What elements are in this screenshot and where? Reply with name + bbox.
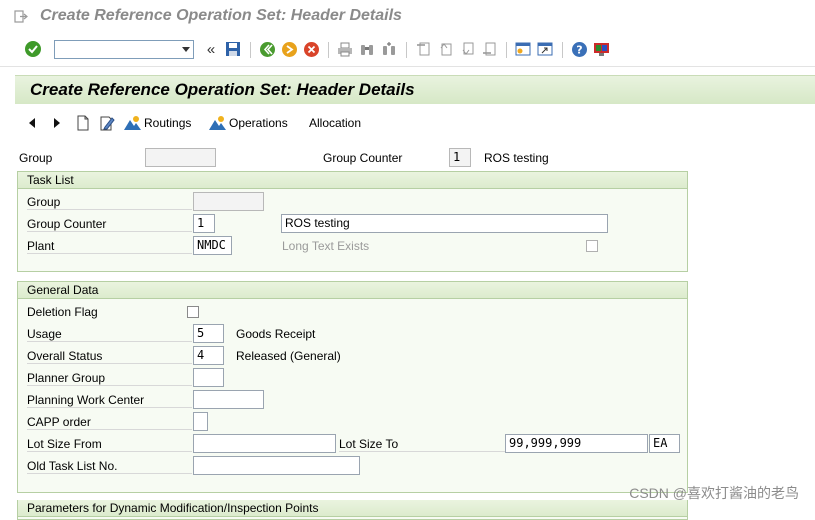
mountain-icon — [124, 116, 141, 130]
usage-text: Goods Receipt — [236, 327, 316, 341]
find-next-button[interactable] — [380, 40, 398, 58]
operations-button[interactable]: Operations — [209, 114, 288, 132]
binoculars-plus-icon — [383, 42, 395, 55]
svg-text:?: ? — [576, 43, 582, 56]
first-page-icon — [417, 42, 430, 56]
tl-group-label: Group — [27, 195, 192, 210]
help-button[interactable]: ? — [570, 40, 588, 58]
save-button[interactable] — [224, 40, 242, 58]
print-button[interactable] — [336, 40, 354, 58]
back-icon — [259, 41, 275, 57]
print-icon — [338, 42, 352, 57]
watermark: CSDN @喜欢打酱油的老鸟 — [629, 485, 799, 501]
usage-field[interactable]: 5 — [193, 324, 224, 343]
pencil-document-icon — [100, 116, 115, 131]
new-document-button[interactable] — [76, 114, 90, 132]
planner-group-field[interactable] — [193, 368, 224, 387]
last-page-button[interactable] — [480, 40, 498, 58]
save-icon — [226, 42, 240, 56]
collapse-icon[interactable]: « — [202, 40, 220, 58]
deletion-flag-checkbox[interactable] — [187, 306, 199, 318]
tl-group-counter-label: Group Counter — [27, 217, 192, 232]
capp-order-label: CAPP order — [27, 415, 192, 430]
tl-group-counter-field[interactable]: 1 — [193, 214, 215, 233]
usage-label: Usage — [27, 327, 192, 342]
screen-header: Create Reference Operation Set: Header D… — [15, 75, 815, 105]
old-task-list-field[interactable] — [193, 456, 360, 475]
help-icon: ? — [571, 41, 587, 57]
group-label: Group — [19, 151, 53, 165]
lot-size-from-field[interactable] — [193, 434, 336, 453]
unit-field[interactable]: EA — [649, 434, 680, 453]
planner-group-label: Planner Group — [27, 371, 192, 386]
shortcut-button[interactable] — [536, 40, 554, 58]
next-page-icon — [462, 42, 474, 55]
long-text-label: Long Text Exists — [282, 239, 370, 253]
next-button[interactable] — [52, 114, 62, 132]
title-bar: Create Reference Operation Set: Header D… — [0, 0, 815, 34]
mountain-icon — [209, 116, 226, 130]
chevron-down-icon[interactable] — [182, 47, 190, 52]
allocation-button[interactable]: Allocation — [309, 114, 361, 132]
cancel-button[interactable] — [302, 40, 320, 58]
lot-size-from-label: Lot Size From — [27, 437, 192, 452]
exit-icon — [281, 41, 297, 57]
lot-size-to-label: Lot Size To — [339, 437, 505, 452]
tl-description-field[interactable]: ROS testing — [281, 214, 608, 233]
general-data-title: General Data — [18, 282, 687, 299]
group-field[interactable] — [145, 148, 216, 167]
capp-order-field[interactable] — [193, 412, 208, 431]
routings-label: Routings — [144, 116, 192, 130]
planning-work-center-field[interactable] — [193, 390, 264, 409]
checkmark-icon — [25, 41, 41, 57]
overall-status-label: Overall Status — [27, 349, 192, 364]
command-field[interactable] — [54, 40, 194, 59]
group-counter-label: Group Counter — [323, 151, 403, 165]
overall-status-text: Released (General) — [236, 349, 341, 363]
system-toolbar: « ? — [0, 34, 815, 67]
routings-button[interactable]: Routings — [124, 114, 191, 132]
find-button[interactable] — [358, 40, 376, 58]
first-page-button[interactable] — [414, 40, 432, 58]
tl-plant-field[interactable]: NMDC — [193, 236, 232, 255]
group-counter-text: ROS testing — [484, 151, 549, 165]
planning-work-center-label: Planning Work Center — [27, 393, 192, 408]
new-session-button[interactable] — [514, 40, 532, 58]
last-page-icon — [483, 42, 496, 56]
new-session-icon — [515, 42, 531, 56]
operations-label: Operations — [229, 116, 288, 130]
monitor-icon — [593, 42, 609, 56]
overall-status-field[interactable]: 4 — [193, 346, 224, 365]
old-task-list-label: Old Task List No. — [27, 459, 192, 474]
long-text-checkbox — [586, 240, 598, 252]
group-counter-field[interactable]: 1 — [449, 148, 471, 167]
previous-button[interactable] — [27, 114, 37, 132]
exit-button[interactable] — [280, 40, 298, 58]
shortcut-icon — [537, 42, 553, 56]
next-page-button[interactable] — [458, 40, 476, 58]
tl-plant-label: Plant — [27, 239, 192, 254]
exit-screen-icon[interactable] — [14, 10, 28, 23]
deletion-flag-label: Deletion Flag — [27, 305, 98, 319]
customize-layout-button[interactable] — [592, 40, 610, 58]
cancel-icon — [303, 41, 319, 57]
tl-group-field[interactable] — [193, 192, 264, 211]
lot-size-to-field[interactable]: 99,999,999 — [505, 434, 648, 453]
task-list-title: Task List — [18, 172, 687, 189]
window-title: Create Reference Operation Set: Header D… — [40, 7, 402, 24]
parameters-group: Parameters for Dynamic Modification/Insp… — [17, 500, 688, 520]
previous-page-button[interactable] — [436, 40, 454, 58]
application-toolbar: Routings Operations Allocation — [15, 104, 815, 140]
enter-button[interactable] — [24, 40, 42, 58]
triangle-right-icon — [54, 118, 60, 128]
back-button[interactable] — [258, 40, 276, 58]
allocation-label: Allocation — [309, 116, 362, 130]
edit-document-button[interactable] — [99, 114, 115, 132]
previous-page-icon — [440, 43, 452, 56]
document-icon — [77, 115, 89, 131]
triangle-left-icon — [29, 118, 35, 128]
binoculars-icon — [361, 45, 373, 55]
page-title: Create Reference Operation Set: Header D… — [30, 80, 415, 99]
